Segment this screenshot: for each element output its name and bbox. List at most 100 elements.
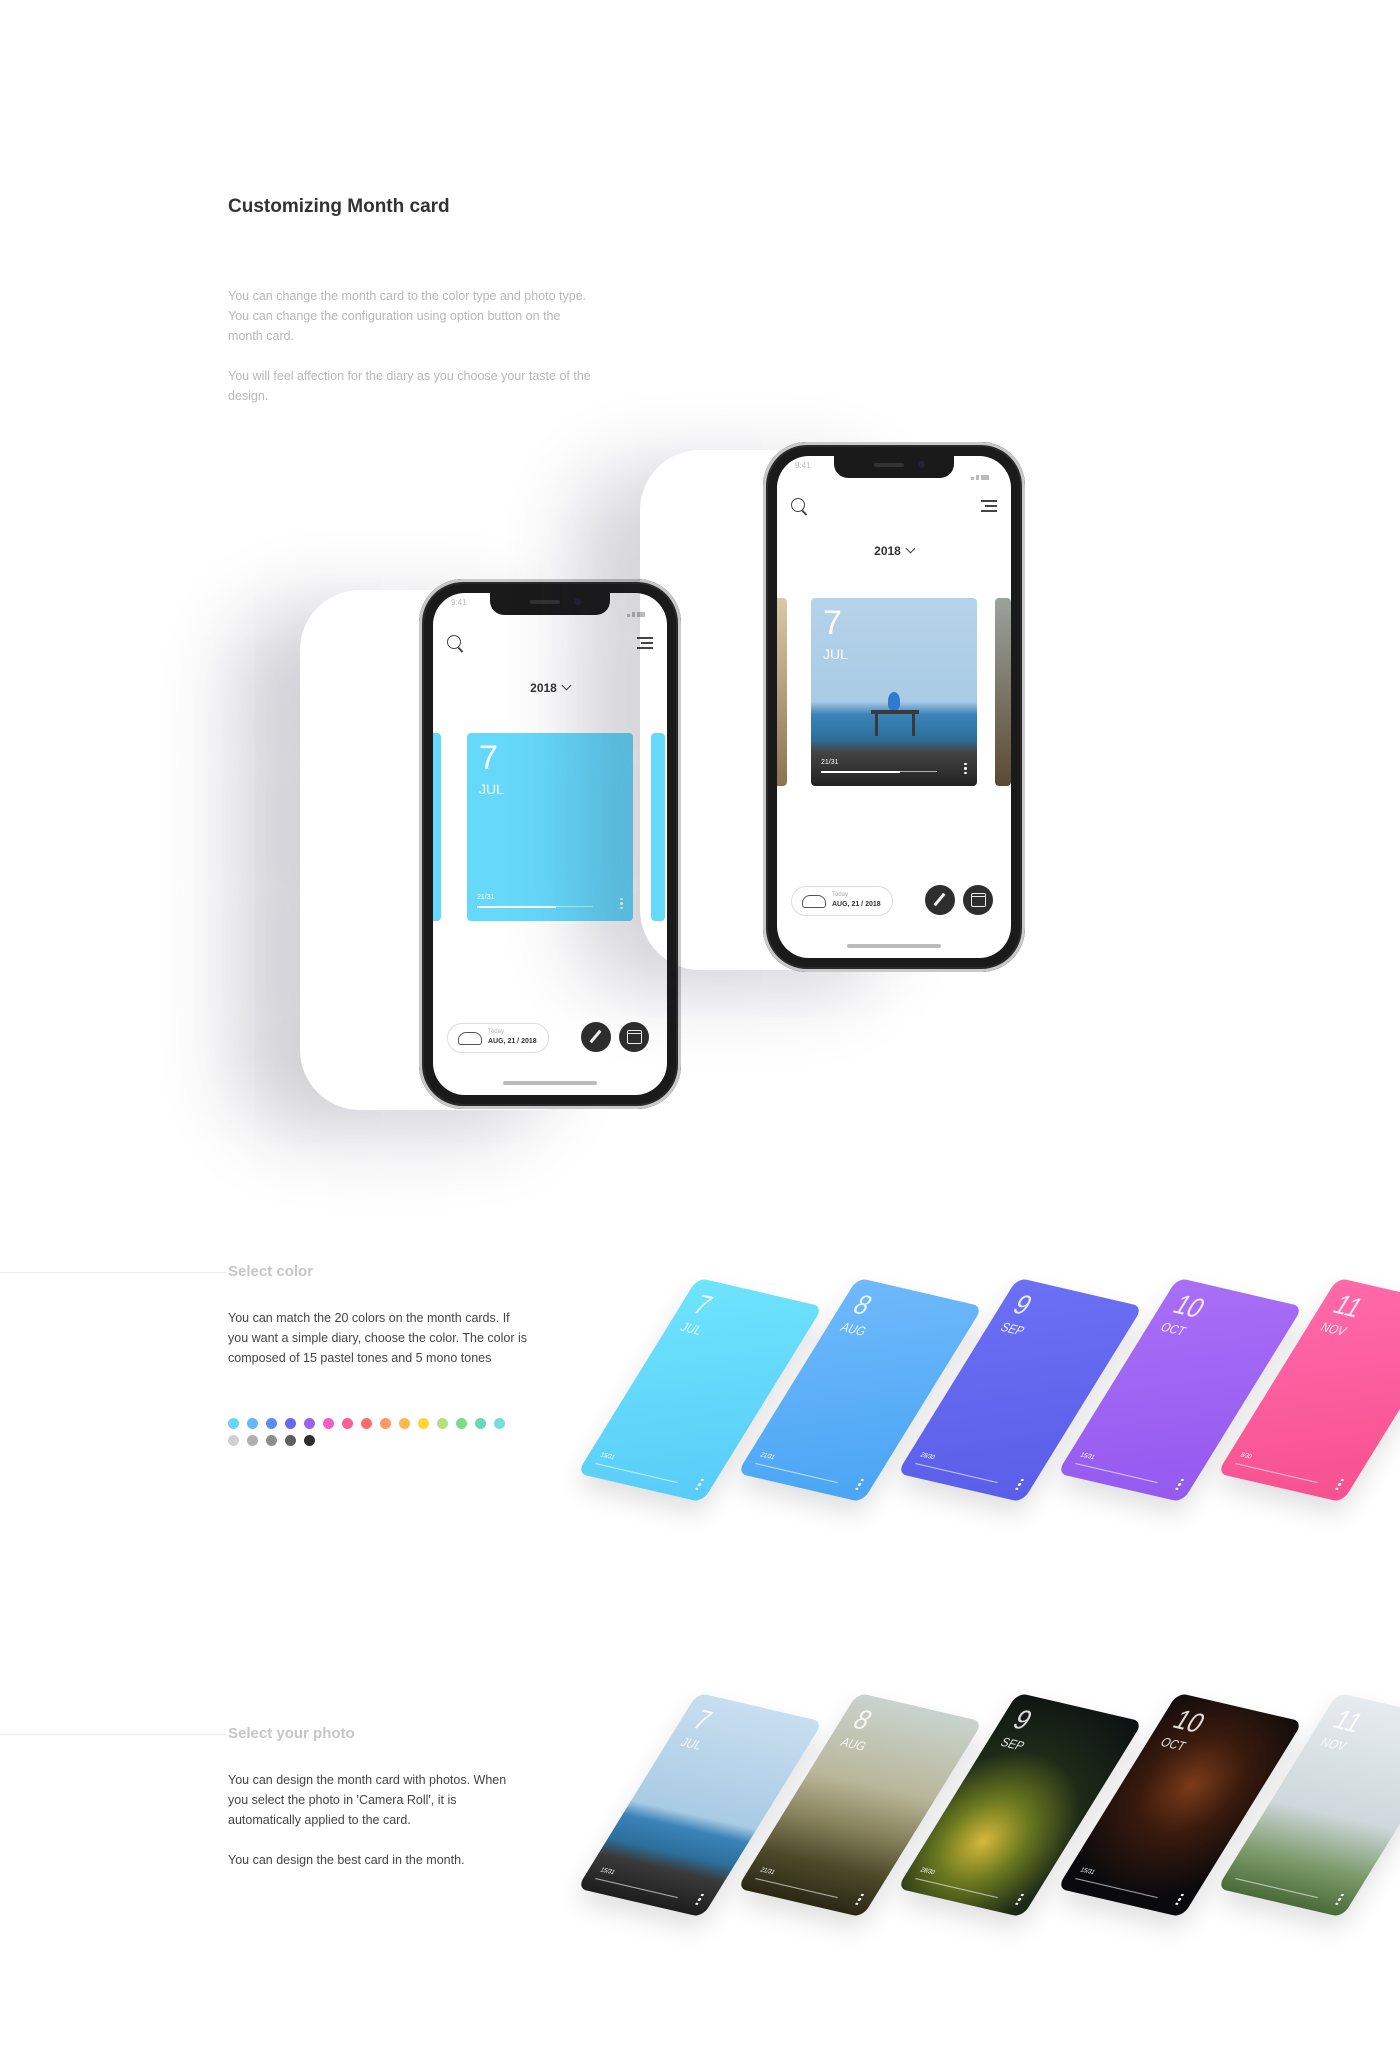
- card-month: JUL: [677, 1319, 706, 1338]
- more-options-icon[interactable]: [1174, 1476, 1186, 1490]
- year-label: 2018: [530, 681, 557, 695]
- color-swatch[interactable]: [475, 1418, 486, 1429]
- phone-mockup-photo: 9:41 2018 7 JUL 21/31 Today AUG, 21 / 20…: [763, 442, 1025, 972]
- pen-icon: [589, 1029, 602, 1044]
- color-swatch[interactable]: [266, 1418, 277, 1429]
- card-day: 11: [1327, 1288, 1370, 1324]
- card-month: SEP: [997, 1734, 1028, 1754]
- today-date: AUG, 21 / 2018: [488, 1038, 537, 1045]
- card-day: 10: [1167, 1288, 1212, 1324]
- color-swatch[interactable]: [228, 1418, 239, 1429]
- color-swatch[interactable]: [266, 1435, 277, 1446]
- card-progress: 8/30: [1238, 1452, 1253, 1461]
- section-title: Customizing Month card: [228, 196, 450, 217]
- color-swatch[interactable]: [304, 1418, 315, 1429]
- color-swatch[interactable]: [247, 1418, 258, 1429]
- color-swatch[interactable]: [456, 1418, 467, 1429]
- card-month: SEP: [997, 1319, 1028, 1339]
- intro-paragraph-1: You can change the month card to the col…: [228, 289, 587, 343]
- card-day: 10: [1167, 1703, 1212, 1739]
- color-swatch[interactable]: [285, 1435, 296, 1446]
- color-swatch[interactable]: [323, 1418, 334, 1429]
- more-options-icon[interactable]: [1014, 1891, 1026, 1905]
- notch: [490, 593, 610, 615]
- year-selector[interactable]: 2018: [433, 680, 667, 695]
- select-photo-title: Select your photo: [228, 1725, 355, 1742]
- card-day: 7: [687, 1703, 719, 1736]
- color-swatch[interactable]: [380, 1418, 391, 1429]
- write-button[interactable]: [925, 885, 955, 915]
- year-label: 2018: [874, 544, 901, 558]
- more-options-icon[interactable]: [694, 1476, 706, 1490]
- card-progress-fill: [821, 770, 900, 773]
- card-progress: 28/30: [918, 1452, 936, 1462]
- card-progress-fill: [477, 905, 556, 908]
- card-progress: 15/31: [1078, 1867, 1096, 1877]
- more-options-icon[interactable]: [1334, 1476, 1346, 1490]
- next-month-card[interactable]: [995, 598, 1011, 786]
- weather-icon: [802, 895, 826, 908]
- card-progress-bar: [595, 1463, 678, 1484]
- color-swatch[interactable]: [342, 1418, 353, 1429]
- color-swatch[interactable]: [285, 1418, 296, 1429]
- calendar-button[interactable]: [963, 885, 993, 915]
- card-progress: 21/31: [821, 759, 839, 766]
- color-swatch[interactable]: [228, 1435, 239, 1446]
- card-progress-bar: [1075, 1878, 1158, 1899]
- today-label: Today: [488, 1029, 505, 1035]
- color-swatch[interactable]: [304, 1435, 315, 1446]
- card-day: 7: [823, 604, 842, 642]
- more-options-icon[interactable]: [1174, 1891, 1186, 1905]
- month-card[interactable]: 7 JUL 21/31: [811, 598, 977, 786]
- more-options-icon[interactable]: [854, 1891, 866, 1905]
- today-pill[interactable]: Today AUG, 21 / 2018: [791, 886, 893, 916]
- color-swatch[interactable]: [247, 1435, 258, 1446]
- card-month: JUL: [677, 1734, 706, 1753]
- color-swatch[interactable]: [418, 1418, 429, 1429]
- home-indicator: [503, 1081, 597, 1085]
- status-time: 9:41: [451, 598, 467, 607]
- more-options-icon[interactable]: [854, 1476, 866, 1490]
- more-options-icon[interactable]: [1014, 1476, 1026, 1490]
- color-swatch[interactable]: [437, 1418, 448, 1429]
- search-icon[interactable]: [447, 635, 461, 649]
- more-options-icon[interactable]: [1334, 1891, 1346, 1905]
- select-color-description: You can match the 20 colors on the month…: [228, 1311, 527, 1365]
- color-swatch[interactable]: [494, 1418, 505, 1429]
- write-button[interactable]: [581, 1022, 611, 1052]
- today-pill[interactable]: Today AUG, 21 / 2018: [447, 1023, 549, 1053]
- today-date: AUG, 21 / 2018: [832, 901, 881, 908]
- card-progress-bar: [755, 1463, 838, 1484]
- card-progress-bar: [1075, 1463, 1158, 1484]
- calendar-button[interactable]: [619, 1022, 649, 1052]
- card-progress-bar: [1235, 1463, 1318, 1484]
- color-swatch[interactable]: [361, 1418, 372, 1429]
- month-card[interactable]: 7 JUL 21/31: [467, 733, 633, 921]
- more-options-icon[interactable]: [964, 761, 967, 774]
- card-progress: 28/30: [918, 1867, 936, 1877]
- select-photo-description: You can design the month card with photo…: [228, 1773, 507, 1827]
- home-indicator: [847, 944, 941, 948]
- more-options-icon[interactable]: [620, 896, 623, 909]
- more-options-icon[interactable]: [694, 1891, 706, 1905]
- card-day: 9: [1007, 1703, 1039, 1736]
- year-selector[interactable]: 2018: [777, 543, 1011, 558]
- card-progress-bar: [915, 1463, 998, 1484]
- vase-photo: [888, 692, 900, 710]
- calendar-icon: [971, 893, 986, 907]
- card-day: 7: [479, 739, 498, 777]
- card-day: 11: [1327, 1703, 1370, 1739]
- card-progress-bar: [1235, 1878, 1318, 1899]
- menu-icon[interactable]: [981, 500, 997, 512]
- pen-icon: [933, 892, 946, 907]
- card-month: AUG: [837, 1319, 870, 1339]
- search-icon[interactable]: [791, 498, 805, 512]
- card-month: AUG: [837, 1734, 870, 1754]
- color-swatch[interactable]: [399, 1418, 410, 1429]
- card-progress: 21/31: [758, 1452, 776, 1462]
- select-color-title: Select color: [228, 1263, 314, 1280]
- card-progress: 15/31: [1078, 1452, 1096, 1462]
- calendar-icon: [627, 1030, 642, 1044]
- prev-month-card[interactable]: [433, 733, 441, 921]
- prev-month-card[interactable]: [777, 598, 787, 786]
